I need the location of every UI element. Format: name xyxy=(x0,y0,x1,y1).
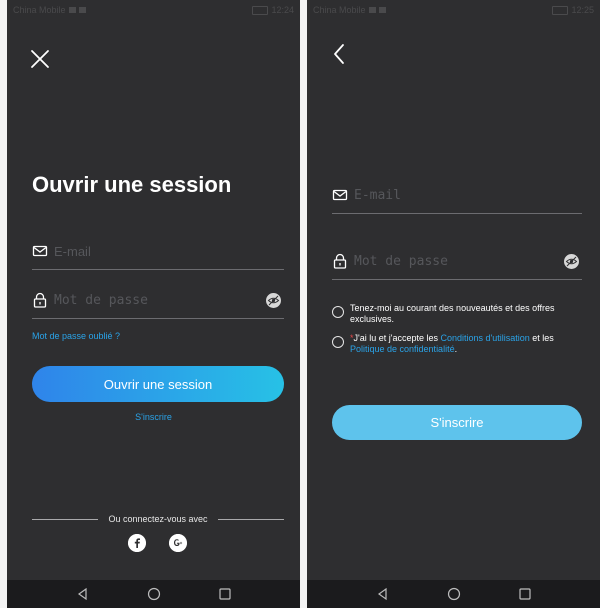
email-field xyxy=(32,235,284,270)
status-bar: China Mobile 12:24 xyxy=(7,0,300,20)
back-nav-icon[interactable] xyxy=(375,586,391,602)
forgot-password-link[interactable]: Mot de passe oublié ? xyxy=(32,331,120,341)
facebook-icon[interactable] xyxy=(128,534,146,552)
password-field xyxy=(32,284,284,319)
divider-line xyxy=(32,518,99,520)
signal-icon xyxy=(68,7,76,13)
android-nav-bar xyxy=(307,580,600,608)
carrier-label: China Mobile xyxy=(13,5,66,15)
newsletter-option: Tenez-moi au courant des nouveautés et d… xyxy=(332,303,584,325)
home-nav-icon[interactable] xyxy=(146,586,162,602)
page-title: Ouvrir une session xyxy=(32,172,232,197)
email-input[interactable] xyxy=(354,184,554,206)
password-input[interactable] xyxy=(354,250,554,272)
carrier-label: China Mobile xyxy=(313,5,366,15)
clock-label: 12:24 xyxy=(271,5,294,15)
password-input[interactable] xyxy=(54,289,254,311)
terms-text-start: J'ai lu et j'accepte les xyxy=(353,333,441,343)
mail-icon xyxy=(32,245,48,257)
wifi-icon xyxy=(78,7,86,13)
lock-icon xyxy=(333,253,347,269)
social-divider-label: Ou connectez-vous avec xyxy=(108,514,208,524)
clock-label: 12:25 xyxy=(571,5,594,15)
signal-icon xyxy=(368,7,376,13)
signup-button[interactable]: S'inscrire xyxy=(332,405,582,440)
mail-icon xyxy=(332,189,348,201)
email-field xyxy=(332,179,582,214)
newsletter-radio[interactable] xyxy=(332,306,344,318)
signup-link[interactable]: S'inscrire xyxy=(7,412,300,422)
recents-nav-icon[interactable] xyxy=(217,586,233,602)
social-divider: Ou connectez-vous avec xyxy=(32,512,284,526)
email-input[interactable] xyxy=(54,240,254,262)
login-button[interactable]: Ouvrir une session xyxy=(32,366,284,402)
eye-off-icon[interactable] xyxy=(265,292,282,309)
wifi-icon xyxy=(378,7,386,13)
lock-icon xyxy=(33,292,47,308)
eye-off-icon[interactable] xyxy=(563,253,580,270)
divider-line xyxy=(217,518,284,520)
battery-icon xyxy=(552,5,569,15)
back-icon[interactable] xyxy=(331,42,347,66)
terms-text-end: . xyxy=(454,344,458,354)
privacy-link[interactable]: Politique de confidentialité xyxy=(350,344,455,354)
login-screen: China Mobile 12:24 Ouvrir une session E-… xyxy=(7,0,300,608)
newsletter-text: Tenez-moi au courant des nouveautés et d… xyxy=(350,303,555,324)
close-icon[interactable] xyxy=(29,48,51,70)
home-nav-icon[interactable] xyxy=(446,586,462,602)
battery-icon xyxy=(252,5,269,15)
status-bar: China Mobile 12:25 xyxy=(307,0,600,20)
password-field xyxy=(332,245,582,280)
terms-text-middle: et les xyxy=(529,333,554,343)
terms-radio[interactable] xyxy=(332,336,344,348)
terms-text: *J'ai lu et j'accepte les Conditions d'u… xyxy=(350,333,584,355)
terms-option: *J'ai lu et j'accepte les Conditions d'u… xyxy=(332,333,584,355)
terms-link[interactable]: Conditions d'utilisation xyxy=(441,333,530,343)
google-plus-icon[interactable] xyxy=(169,534,187,552)
signup-screen: China Mobile 12:25 E-mail Tenez-moi au c… xyxy=(307,0,600,608)
recents-nav-icon[interactable] xyxy=(517,586,533,602)
back-nav-icon[interactable] xyxy=(75,586,91,602)
android-nav-bar xyxy=(7,580,300,608)
